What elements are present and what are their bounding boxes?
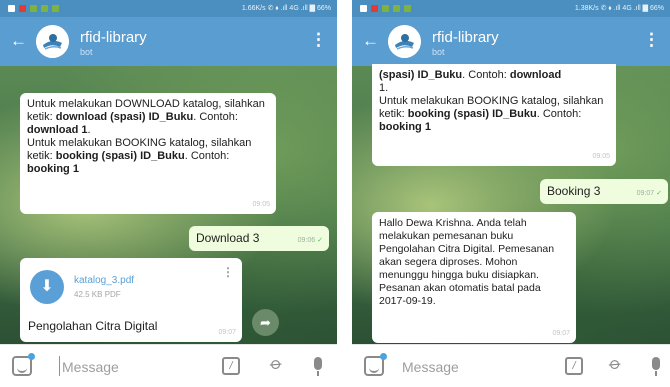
status-indicators: 1.66K/s ✆ ⬧ .ıll 4G .ıll ▇ 66%	[241, 5, 331, 12]
status-bar: 1.38K/s ✆ ⬧ .ıll 4G .ıll ▇ 66%	[352, 0, 670, 17]
message-time: 09:07	[218, 329, 236, 336]
notification-icons	[360, 5, 411, 12]
message-time: 09:05	[252, 201, 270, 208]
incoming-message[interactable]: (spasi) ID_Buku. Contoh: download 1. Unt…	[372, 64, 616, 166]
attach-icon[interactable]: ⌀	[266, 353, 286, 375]
notification-icon	[371, 5, 378, 12]
microphone-icon[interactable]	[652, 357, 660, 376]
bot-commands-icon[interactable]: /	[222, 357, 240, 375]
file-name[interactable]: katalog_3.pdf	[74, 274, 134, 287]
message-input[interactable]	[62, 357, 182, 377]
right-phone-screen: 1.38K/s ✆ ⬧ .ıll 4G .ıll ▇ 66% ← rfid-li…	[352, 0, 670, 387]
notification-icon	[19, 5, 26, 12]
chat-history[interactable]: Untuk melakukan DOWNLOAD katalog, silahk…	[0, 66, 337, 344]
message-input[interactable]	[402, 357, 522, 377]
status-bar: 1.66K/s ✆ ⬧ .ıll 4G .ıll ▇ 66%	[0, 0, 337, 17]
double-check-icon: ✓	[317, 237, 323, 244]
chat-title[interactable]: rfid-library	[432, 29, 499, 46]
incoming-message[interactable]: Untuk melakukan DOWNLOAD katalog, silahk…	[20, 93, 276, 214]
left-phone-screen: 1.66K/s ✆ ⬧ .ıll 4G .ıll ▇ 66% ← rfid-li…	[0, 0, 337, 387]
notification-dot	[380, 353, 387, 360]
message-composer: / ⌀	[352, 344, 670, 387]
library-logo-icon	[388, 25, 421, 58]
more-vertical-icon[interactable]: ⋮	[643, 30, 660, 50]
chat-subtitle: bot	[432, 47, 445, 57]
notification-icon	[404, 5, 411, 12]
message-composer: / ⌀	[0, 344, 337, 387]
notification-icon	[52, 5, 59, 12]
share-icon[interactable]: ➦	[252, 309, 279, 336]
file-caption: Pengolahan Citra Digital	[28, 319, 158, 333]
notification-icon	[30, 5, 37, 12]
chat-header: ← rfid-library bot ⋮	[0, 17, 337, 66]
incoming-file-message[interactable]: ⬇ katalog_3.pdf 42.5 KB PDF ⋮ Pengolahan…	[20, 258, 242, 342]
library-logo-icon	[36, 25, 69, 58]
notification-icon	[41, 5, 48, 12]
outgoing-message[interactable]: Download 3 09:06 ✓	[189, 226, 329, 251]
message-time: 09:06 ✓	[297, 237, 323, 244]
download-icon[interactable]: ⬇	[30, 270, 64, 304]
chat-header: ← rfid-library bot ⋮	[352, 17, 670, 66]
notification-dot	[28, 353, 35, 360]
arrow-left-icon[interactable]: ←	[10, 31, 27, 51]
notification-icon	[382, 5, 389, 12]
bot-avatar[interactable]	[36, 25, 69, 58]
chat-subtitle: bot	[80, 47, 93, 57]
status-indicators: 1.38K/s ✆ ⬧ .ıll 4G .ıll ▇ 66%	[574, 5, 664, 12]
bot-avatar[interactable]	[388, 25, 421, 58]
emoji-icon[interactable]	[12, 353, 35, 376]
notification-icon	[393, 5, 400, 12]
outgoing-message[interactable]: Booking 3 09:07 ✓	[540, 179, 668, 204]
message-time: 09:07	[552, 330, 570, 337]
notification-icons	[8, 5, 59, 12]
microphone-icon[interactable]	[314, 357, 322, 376]
incoming-message[interactable]: Hallo Dewa Krishna. Anda telah melakukan…	[372, 212, 576, 343]
attach-icon[interactable]: ⌀	[605, 353, 625, 375]
double-check-icon: ✓	[656, 190, 662, 197]
arrow-left-icon[interactable]: ←	[362, 31, 379, 51]
message-time: 09:07 ✓	[636, 190, 662, 197]
message-time: 09:05	[592, 153, 610, 160]
notification-icon	[360, 5, 367, 12]
more-vertical-icon[interactable]: ⋮	[222, 266, 234, 279]
chat-title[interactable]: rfid-library	[80, 29, 147, 46]
file-size: 42.5 KB PDF	[74, 290, 121, 299]
more-vertical-icon[interactable]: ⋮	[310, 30, 327, 50]
emoji-icon[interactable]	[364, 353, 387, 376]
bot-commands-icon[interactable]: /	[565, 357, 583, 375]
notification-icon	[8, 5, 15, 12]
chat-history[interactable]: (spasi) ID_Buku. Contoh: download 1. Unt…	[352, 64, 670, 344]
text-cursor	[59, 356, 60, 376]
